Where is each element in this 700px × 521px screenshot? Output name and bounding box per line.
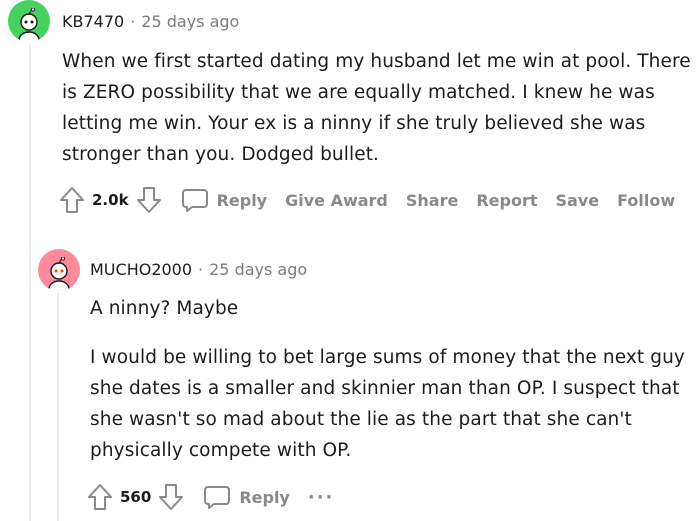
meta-separator: · [198,260,204,279]
snoo-avatar-icon [48,257,70,291]
comment-actions: 2.0k Reply Give Award Share Report Save … [58,183,675,217]
save-button[interactable]: Save [556,191,600,210]
speech-bubble-icon [203,483,231,511]
comment-meta: MUCHO2000 · 25 days ago [90,260,307,279]
upvote-arrow-icon[interactable] [86,482,114,512]
vote-count: 560 [120,488,152,506]
avatar[interactable] [38,249,80,291]
comment-paragraph: I would be willing to bet large sums of … [90,347,685,461]
comment-body: When we first started dating my husband … [62,46,698,170]
snoo-avatar-icon [18,8,40,42]
upvote-arrow-icon[interactable] [58,185,86,215]
reply-button[interactable]: Reply [173,186,268,214]
avatar[interactable] [8,0,50,42]
comment-body: A ninny? Maybe I would be willing to bet… [90,293,696,466]
comment-paragraph: A ninny? Maybe [90,298,239,319]
downvote-arrow-icon[interactable] [157,482,185,512]
reply-label: Reply [239,487,290,507]
thread-line-root[interactable] [29,44,31,521]
reply-button[interactable]: Reply [195,483,290,511]
give-award-button[interactable]: Give Award [285,191,388,210]
speech-bubble-icon [181,186,209,214]
reply-label: Reply [216,190,268,210]
timestamp[interactable]: 25 days ago [209,260,307,279]
downvote-arrow-icon[interactable] [135,185,163,215]
thread-line-reply[interactable] [57,292,59,521]
comment-thread: KB7470 · 25 days ago When we first start… [0,0,700,521]
meta-separator: · [130,12,136,31]
vote-controls: 2.0k [58,185,163,215]
comment-actions: 560 Reply ··· [86,480,334,514]
vote-controls: 560 [86,482,185,512]
comment-paragraph: When we first started dating my husband … [62,51,691,165]
timestamp[interactable]: 25 days ago [141,12,239,31]
report-button[interactable]: Report [476,191,537,210]
vote-count: 2.0k [92,191,129,209]
username[interactable]: MUCHO2000 [90,260,192,279]
username[interactable]: KB7470 [62,12,124,31]
comment-meta: KB7470 · 25 days ago [62,12,239,31]
share-button[interactable]: Share [406,191,458,210]
more-options-button[interactable]: ··· [308,487,335,508]
follow-button[interactable]: Follow [617,191,675,210]
